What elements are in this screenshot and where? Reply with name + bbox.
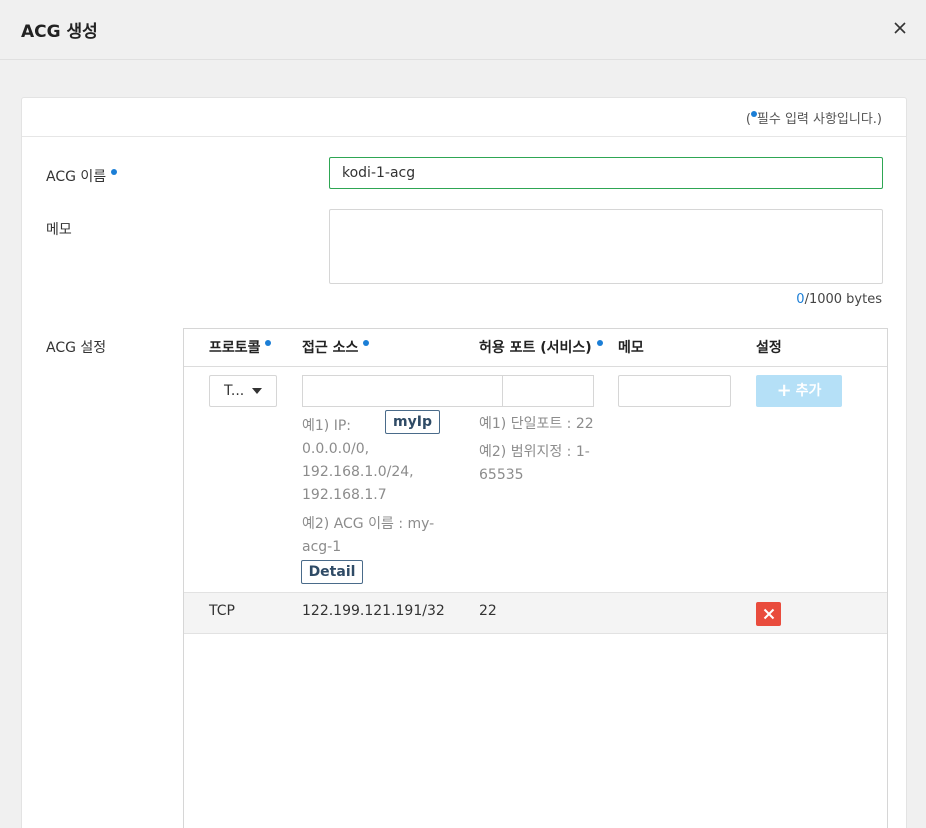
form-card: (필수 입력 사항입니다.) ACG 이름 kodi-1-acg 메모 0/10… (21, 97, 907, 828)
port-hint-3: 65535 (479, 467, 524, 483)
byte-total: /1000 bytes (804, 292, 882, 307)
col-protocol: 프로토콜 (209, 337, 272, 357)
acg-name-input[interactable]: kodi-1-acg (329, 157, 883, 189)
col-memo: 메모 (618, 340, 644, 356)
rule-memo-input[interactable] (618, 375, 731, 407)
required-note: (필수 입력 사항입니다.) (746, 108, 882, 127)
required-dot-icon (110, 169, 117, 175)
memo-textarea[interactable] (329, 209, 883, 284)
byte-counter: 0/1000 bytes (796, 292, 882, 307)
modal-header: ACG 생성 (0, 0, 926, 60)
source-input[interactable] (302, 375, 502, 407)
required-dot-icon (363, 340, 370, 346)
acg-name-label-text: ACG 이름 (46, 169, 107, 185)
port-hint-1: 예1) 단일포트 : 22 (479, 416, 594, 432)
close-icon[interactable] (889, 17, 911, 39)
plus-icon: + (776, 380, 792, 401)
col-port-text: 허용 포트 (서비스) (479, 340, 592, 356)
delete-rule-button[interactable] (756, 602, 781, 626)
protocol-select[interactable]: T... (209, 375, 277, 407)
required-dot-icon (265, 340, 272, 346)
modal-title: ACG 생성 (21, 22, 98, 42)
close-icon (763, 608, 774, 620)
add-rule-button[interactable]: + 추가 (756, 375, 842, 407)
rule-protocol: TCP (209, 603, 235, 619)
table-row: TCP 122.199.121.191/32 22 (184, 592, 887, 634)
memo-label: 메모 (46, 222, 72, 238)
acg-settings-label: ACG 설정 (46, 340, 107, 356)
byte-count: 0 (796, 292, 805, 307)
header-divider (184, 366, 887, 367)
acg-name-label: ACG 이름 (46, 166, 117, 186)
myip-button[interactable]: myIp (385, 410, 440, 434)
caret-down-icon (252, 388, 262, 394)
source-hint-3: 192.168.1.0/24, (302, 464, 414, 480)
rule-source: 122.199.121.191/32 (302, 603, 445, 619)
protocol-select-value: T... (224, 383, 245, 399)
port-input[interactable] (502, 375, 594, 407)
required-dot-icon (596, 340, 603, 346)
rule-port: 22 (479, 603, 497, 619)
detail-button[interactable]: Detail (301, 560, 363, 584)
divider (22, 136, 906, 137)
acg-rules-table: 프로토콜 접근 소스 허용 포트 (서비스) 메모 설정 T... + 추가 my… (183, 328, 888, 828)
col-port: 허용 포트 (서비스) (479, 337, 603, 357)
source-hint-6: acg-1 (302, 539, 342, 555)
col-protocol-text: 프로토콜 (209, 340, 261, 356)
source-hint-5: 예2) ACG 이름 : my- (302, 516, 435, 532)
port-hint-2: 예2) 범위지정 : 1- (479, 444, 590, 460)
col-source: 접근 소스 (302, 337, 370, 357)
add-rule-label: 추가 (795, 383, 822, 399)
source-hint-4: 192.168.1.7 (302, 487, 387, 503)
source-hint-2: 0.0.0.0/0, (302, 441, 370, 457)
source-hint-1: 예1) IP: (302, 418, 351, 434)
col-source-text: 접근 소스 (302, 340, 359, 356)
required-note-text: 필수 입력 사항입니다.) (756, 112, 882, 127)
col-settings: 설정 (756, 340, 782, 356)
